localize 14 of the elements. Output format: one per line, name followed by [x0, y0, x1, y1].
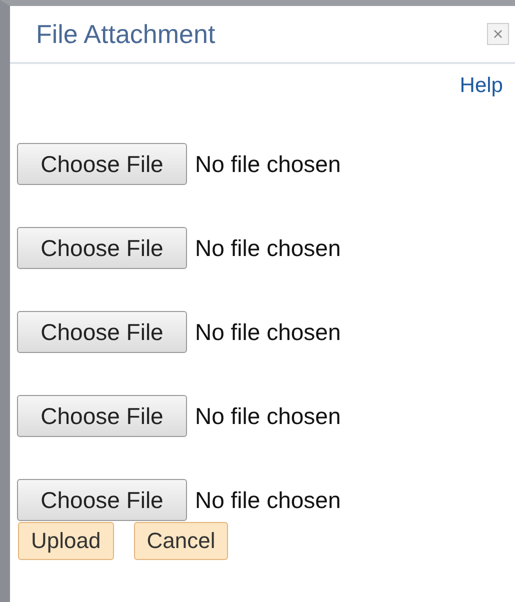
choose-file-button[interactable]: Choose File	[17, 311, 187, 353]
choose-file-button[interactable]: Choose File	[17, 143, 187, 185]
file-status: No file chosen	[195, 402, 341, 430]
choose-file-button[interactable]: Choose File	[17, 227, 187, 269]
choose-file-button[interactable]: Choose File	[17, 479, 187, 521]
file-status: No file chosen	[195, 234, 341, 262]
upload-button[interactable]: Upload	[18, 522, 114, 560]
cancel-button[interactable]: Cancel	[134, 522, 228, 560]
file-status: No file chosen	[195, 150, 341, 178]
file-status: No file chosen	[195, 486, 341, 514]
help-link[interactable]: Help	[460, 74, 503, 98]
file-status: No file chosen	[195, 318, 341, 346]
dialog-title: File Attachment	[36, 18, 216, 50]
choose-file-button[interactable]: Choose File	[17, 395, 187, 437]
